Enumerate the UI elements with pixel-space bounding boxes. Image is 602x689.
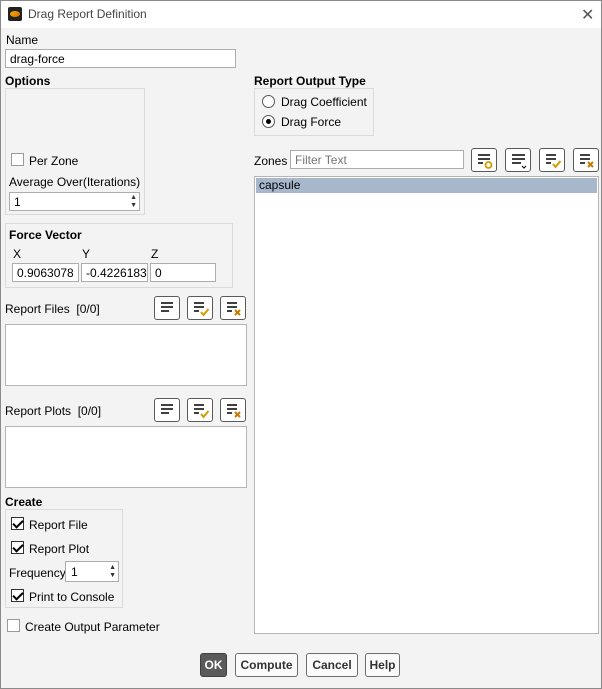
zones-list-button[interactable]: [505, 148, 531, 172]
report-file-checkbox[interactable]: [11, 517, 24, 530]
frequency-value: 1: [71, 565, 78, 579]
create-heading: Create: [5, 495, 43, 509]
report-plots-select-all-button[interactable]: [187, 398, 213, 422]
drag-report-dialog: Drag Report Definition ✕ Name drag-force…: [0, 0, 602, 689]
report-plots-list-button[interactable]: [154, 398, 180, 422]
deselect-all-icon: [227, 404, 241, 418]
frequency-label: Frequency: [9, 566, 66, 580]
zones-match-button[interactable]: [471, 148, 497, 172]
force-y-input[interactable]: -0.4226183: [81, 263, 148, 282]
report-file-label: Report File: [29, 518, 88, 532]
report-plot-label: Report Plot: [29, 542, 90, 556]
average-over-value: 1: [14, 195, 21, 209]
select-all-icon: [194, 302, 210, 317]
select-all-icon: [546, 154, 562, 169]
force-z-label: Z: [151, 247, 159, 261]
zone-list-item[interactable]: capsule: [256, 178, 597, 193]
drag-force-radio[interactable]: [262, 115, 275, 128]
drag-coefficient-label: Drag Coefficient: [281, 95, 367, 109]
create-output-parameter-checkbox[interactable]: [7, 619, 20, 632]
title-bar: Drag Report Definition ✕: [1, 1, 601, 28]
force-x-label: X: [13, 247, 22, 261]
report-plots-label: Report Plots [0/0]: [5, 404, 102, 418]
average-over-spinner[interactable]: 1 ▲ ▼: [9, 192, 140, 211]
report-plots-deselect-all-button[interactable]: [220, 398, 246, 422]
name-label: Name: [6, 33, 39, 47]
per-zone-checkbox[interactable]: [11, 153, 24, 166]
create-output-parameter-label: Create Output Parameter: [25, 620, 160, 634]
frequency-spinner[interactable]: 1 ▲ ▼: [65, 561, 119, 582]
list-icon: [512, 154, 527, 169]
drag-coefficient-radio[interactable]: [262, 95, 275, 108]
app-icon: [8, 7, 22, 21]
report-plot-checkbox[interactable]: [11, 541, 24, 554]
name-input[interactable]: drag-force: [5, 49, 236, 68]
cancel-button[interactable]: Cancel: [306, 653, 358, 677]
list-icon: [161, 302, 173, 312]
drag-force-label: Drag Force: [281, 115, 342, 129]
close-icon[interactable]: ✕: [581, 5, 594, 25]
report-plots-list[interactable]: [5, 426, 247, 488]
zones-deselect-all-button[interactable]: [573, 148, 599, 172]
deselect-all-icon: [580, 154, 594, 168]
report-files-list-button[interactable]: [154, 296, 180, 320]
force-z-input[interactable]: 0: [150, 263, 216, 282]
report-output-type-heading: Report Output Type: [254, 74, 366, 88]
force-x-input[interactable]: 0.9063078: [12, 263, 79, 282]
average-over-label: Average Over(Iterations): [9, 175, 141, 189]
report-files-list[interactable]: [5, 324, 247, 386]
report-files-label: Report Files [0/0]: [5, 302, 100, 316]
zones-filter-input[interactable]: [290, 150, 464, 169]
options-heading: Options: [5, 74, 51, 88]
ok-button[interactable]: OK: [200, 653, 227, 677]
select-all-icon: [194, 404, 210, 419]
spinner-arrows-icon[interactable]: ▲ ▼: [109, 564, 116, 580]
list-icon: [161, 404, 173, 414]
match-icon: [478, 154, 493, 169]
force-vector-heading: Force Vector: [9, 228, 82, 242]
print-to-console-label: Print to Console: [29, 590, 115, 604]
spinner-arrows-icon[interactable]: ▲ ▼: [130, 194, 137, 210]
force-y-label: Y: [82, 247, 91, 261]
compute-button[interactable]: Compute: [235, 653, 298, 677]
report-files-select-all-button[interactable]: [187, 296, 213, 320]
report-files-deselect-all-button[interactable]: [220, 296, 246, 320]
help-button[interactable]: Help: [365, 653, 400, 677]
window-title: Drag Report Definition: [28, 7, 147, 21]
per-zone-label: Per Zone: [29, 154, 79, 168]
deselect-all-icon: [227, 302, 241, 316]
zones-label: Zones: [254, 154, 288, 168]
print-to-console-checkbox[interactable]: [11, 589, 24, 602]
zones-select-all-button[interactable]: [539, 148, 565, 172]
zones-list[interactable]: capsule: [254, 176, 599, 634]
